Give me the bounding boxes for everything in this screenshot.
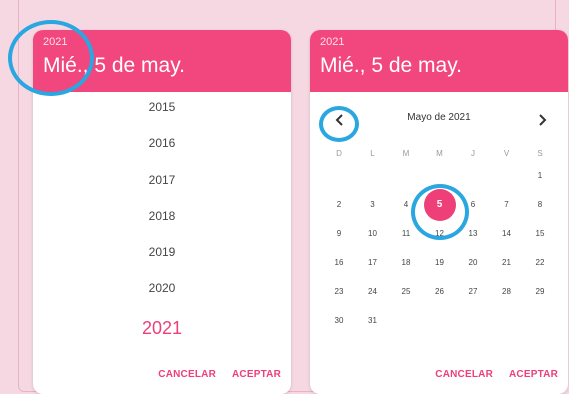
day-cell[interactable]: 13 [458,224,488,244]
header-date[interactable]: Mié., 5 de may. [43,54,185,78]
year-picker-dialog: 2021 Mié., 5 de may. 2015 2016 2017 2018… [33,30,291,394]
weekday-label: V [503,149,510,158]
day-cell[interactable]: 2 [324,195,354,215]
chevron-right-icon [539,114,547,126]
header-year[interactable]: 2021 [43,36,67,48]
day-cell[interactable]: 7 [492,195,522,215]
day-cell[interactable]: 27 [458,282,488,302]
year-item[interactable]: 2017 [33,173,291,187]
day-cell[interactable]: 18 [391,253,421,273]
day-cell[interactable]: 1 [525,166,555,186]
weekday-label: D [336,149,342,158]
year-item[interactable]: 2015 [33,100,291,114]
day-cell[interactable]: 29 [525,282,555,302]
day-cell[interactable]: 28 [492,282,522,302]
day-cell[interactable]: 12 [425,224,455,244]
day-cell[interactable]: 9 [324,224,354,244]
day-cell[interactable]: 11 [391,224,421,244]
day-cell[interactable]: 31 [358,311,388,331]
accept-button[interactable]: ACEPTAR [232,369,281,380]
cancel-button[interactable]: CANCELAR [158,369,216,380]
day-cell[interactable]: 25 [391,282,421,302]
year-item[interactable]: 2020 [33,281,291,295]
dialog-actions: CANCELAR ACEPTAR [435,369,558,380]
day-selected[interactable]: 5 [423,189,456,221]
day-cell[interactable]: 6 [458,195,488,215]
day-cell[interactable]: 4 [391,195,421,215]
next-month-button[interactable] [530,108,554,132]
day-cell[interactable]: 14 [492,224,522,244]
weekday-label: M [436,149,443,158]
year-item[interactable]: 2016 [33,136,291,150]
calendar-picker-dialog: 2021 Mié., 5 de may. Mayo de 2021 DLMMJV… [310,30,568,394]
day-cell[interactable]: 26 [425,282,455,302]
day-cell[interactable]: 8 [525,195,555,215]
day-cell[interactable]: 17 [358,253,388,273]
day-cell[interactable]: 22 [525,253,555,273]
weekday-label: S [537,149,543,158]
month-navigation: Mayo de 2021 [310,108,568,132]
day-cell[interactable]: 16 [324,253,354,273]
day-cell[interactable]: 30 [324,311,354,331]
day-cell[interactable]: 20 [458,253,488,273]
weekday-label: J [471,149,475,158]
year-item-selected[interactable]: 2021 [33,318,291,339]
year-item[interactable]: 2018 [33,209,291,223]
day-cell[interactable]: 10 [358,224,388,244]
weekday-label: M [402,149,410,158]
day-cell[interactable]: 15 [525,224,555,244]
day-cell[interactable]: 19 [425,253,455,273]
day-cell[interactable]: 21 [492,253,522,273]
header-year[interactable]: 2021 [320,36,344,48]
cancel-button[interactable]: CANCELAR [435,369,493,380]
day-cell[interactable]: 24 [358,282,388,302]
day-cell[interactable]: 3 [358,195,388,215]
header-date[interactable]: Mié., 5 de may. [320,54,462,78]
day-cell[interactable]: 23 [324,282,354,302]
year-item[interactable]: 2019 [33,245,291,259]
accept-button[interactable]: ACEPTAR [509,369,558,380]
calendar-picker-header: 2021 Mié., 5 de may. [310,30,568,92]
year-picker-header: 2021 Mié., 5 de may. [33,30,291,92]
weekday-label: L [370,149,375,158]
dialog-actions: CANCELAR ACEPTAR [158,369,281,380]
